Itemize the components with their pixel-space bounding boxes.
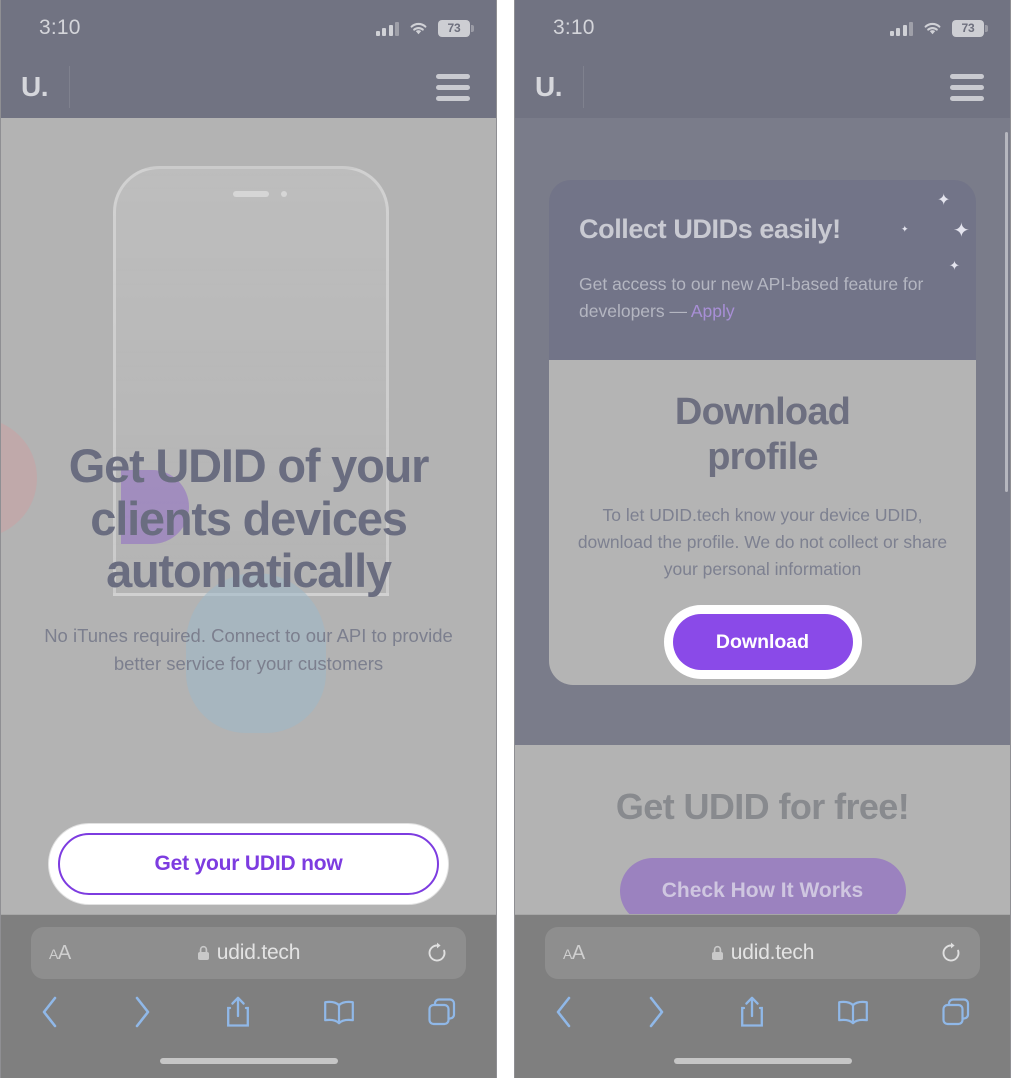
hero-subtitle: No iTunes required. Connect to our API t… [44, 624, 453, 674]
cellular-signal-icon [889, 21, 913, 36]
card-title-line1: Download [674, 391, 851, 433]
hero-buttons: Get your UDID now Sign up as Developer [1, 824, 496, 914]
download-profile-card: Download profile To let UDID.tech know yo… [549, 360, 976, 685]
bookmarks-book-icon[interactable] [836, 997, 870, 1027]
battery-level: 73 [447, 21, 461, 35]
hamburger-menu-icon[interactable] [436, 73, 470, 101]
status-bar-indicators: 73 [889, 19, 988, 37]
hero-section: Get UDID of your clients devices automat… [1, 439, 496, 678]
lock-icon [197, 945, 209, 960]
forward-chevron-icon[interactable] [131, 995, 153, 1029]
site-logo[interactable]: U. [535, 73, 563, 101]
sparkle-icon: ✦ [949, 258, 960, 273]
cellular-signal-icon [375, 21, 399, 36]
sparkle-icon: ✦ [953, 220, 970, 242]
safari-url-bar[interactable]: AA udid.tech [31, 927, 466, 979]
url-display: udid.tech [545, 941, 980, 965]
battery-level: 73 [961, 21, 975, 35]
share-icon[interactable] [223, 995, 253, 1029]
url-text: udid.tech [216, 941, 301, 964]
forward-chevron-icon[interactable] [645, 995, 667, 1029]
share-icon[interactable] [737, 995, 767, 1029]
right-phone-screenshot: 3:10 73 U. ✦ ✦ ✦ ✦ Collect UDIDs easily!… [514, 0, 1011, 1078]
hero-title: Get UDID of your clients devices automat… [68, 439, 430, 598]
tabs-icon[interactable] [426, 996, 458, 1028]
collect-udids-banner: ✦ ✦ ✦ ✦ Collect UDIDs easily! Get access… [549, 180, 976, 360]
status-bar: 3:10 73 [1, 0, 496, 56]
phone-speaker-shape [233, 191, 269, 197]
safari-toolbar: AA udid.tech [1, 914, 496, 1078]
wifi-icon [408, 21, 429, 36]
back-chevron-icon[interactable] [553, 995, 575, 1029]
battery-icon: 73 [438, 19, 474, 37]
banner-text-body: Get access to our new API-based feature … [579, 274, 924, 321]
check-how-it-works-button[interactable]: Check How It Works [619, 858, 906, 914]
status-bar: 3:10 73 [515, 0, 1010, 56]
screenshot-root: 3:10 73 U. Get UDID of your clients devi… [0, 0, 1011, 1078]
safari-url-bar[interactable]: AA udid.tech [545, 927, 980, 979]
hamburger-menu-icon[interactable] [950, 73, 984, 101]
apply-link[interactable]: Apply [691, 301, 735, 321]
card-description: To let UDID.tech know your device UDID, … [577, 504, 948, 579]
sparkle-icon: ✦ [901, 224, 909, 234]
free-section-title: Get UDID for free! [615, 786, 910, 827]
get-your-udid-now-button[interactable]: Get your UDID now [58, 833, 439, 895]
banner-text: Get access to our new API-based feature … [579, 271, 946, 324]
download-button[interactable]: Download [672, 614, 853, 671]
tabs-icon[interactable] [940, 996, 972, 1028]
site-header: U. [1, 56, 496, 118]
safari-toolbar: AA udid.tech [515, 914, 1010, 1078]
page-scrollbar[interactable] [1005, 132, 1008, 492]
highlight-ring-download: Download [663, 605, 862, 680]
back-chevron-icon[interactable] [39, 995, 61, 1029]
lock-icon [711, 945, 723, 960]
site-logo[interactable]: U. [21, 73, 49, 101]
card-title-line2: profile [707, 435, 818, 478]
status-bar-indicators: 73 [375, 19, 474, 37]
header-divider [583, 66, 584, 108]
right-page-content: ✦ ✦ ✦ ✦ Collect UDIDs easily! Get access… [515, 118, 1010, 914]
safari-nav-row [31, 979, 466, 1029]
card-title: Download profile [577, 390, 948, 480]
status-bar-time: 3:10 [553, 16, 595, 39]
highlight-ring-get-udid: Get your UDID now [49, 824, 448, 904]
home-indicator [673, 1058, 852, 1064]
status-bar-time: 3:10 [39, 16, 81, 39]
left-phone-screenshot: 3:10 73 U. Get UDID of your clients devi… [0, 0, 497, 1078]
safari-nav-row [545, 979, 980, 1029]
wifi-icon [922, 21, 943, 36]
sparkle-icon: ✦ [937, 192, 951, 209]
home-indicator [159, 1058, 338, 1064]
phone-camera-shape [281, 191, 287, 197]
get-udid-free-section: Get UDID for free! Check How It Works [515, 786, 1010, 914]
banner-title: Collect UDIDs easily! [579, 214, 841, 244]
battery-icon: 73 [952, 19, 988, 37]
header-divider [69, 66, 70, 108]
url-display: udid.tech [31, 941, 466, 965]
url-text: udid.tech [730, 941, 815, 964]
bookmarks-book-icon[interactable] [322, 997, 356, 1027]
left-page-content: Get UDID of your clients devices automat… [1, 118, 496, 914]
site-header: U. [515, 56, 1010, 118]
